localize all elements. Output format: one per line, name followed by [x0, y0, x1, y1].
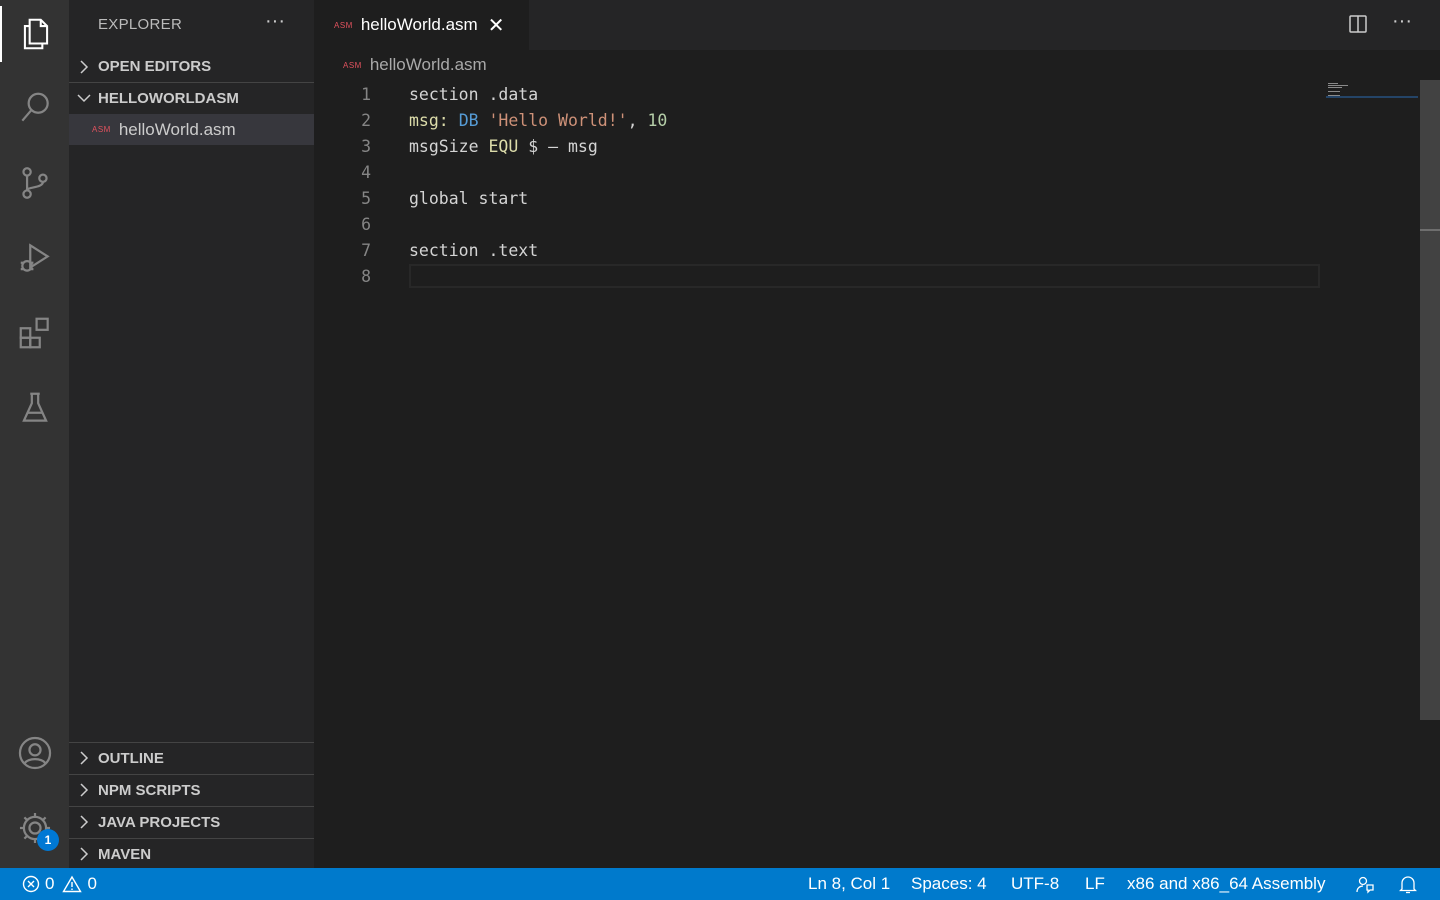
file-tree-item[interactable]: ASM helloWorld.asm — [69, 114, 314, 145]
code-line: 2 msg: DB 'Hello World!', 10 — [314, 108, 1320, 134]
extensions-icon[interactable] — [0, 305, 69, 361]
section-outline[interactable]: OUTLINE — [69, 742, 314, 773]
testing-flask-icon[interactable] — [0, 380, 69, 436]
section-label: OUTLINE — [98, 749, 164, 767]
file-name: helloWorld.asm — [118, 119, 236, 139]
code-text: msgSize EQU $ – msg — [409, 134, 598, 160]
breadcrumb-file[interactable]: helloWorld.asm — [370, 55, 487, 75]
minimap[interactable] — [1326, 82, 1418, 98]
line-number: 2 — [361, 111, 371, 130]
code-text: msg: DB 'Hello World!', 10 — [409, 108, 667, 134]
editor-tab-bar: ASM helloWorld.asm ✕ ··· — [314, 0, 1440, 50]
section-label: HELLOWORLDASM — [98, 89, 239, 107]
current-line-highlight — [409, 264, 1320, 288]
code-line: 7 section .text — [314, 238, 1320, 264]
split-editor-icon[interactable] — [1347, 13, 1369, 40]
section-maven[interactable]: MAVEN — [69, 838, 314, 869]
token-separator: , — [627, 111, 648, 130]
asm-file-icon: ASM — [343, 60, 362, 70]
line-number: 1 — [361, 85, 371, 104]
section-label: NPM SCRIPTS — [98, 781, 201, 799]
section-label: JAVA PROJECTS — [98, 813, 221, 831]
asm-file-icon: ASM — [92, 125, 111, 134]
editor-more-actions-icon[interactable]: ··· — [1392, 10, 1412, 33]
line-number: 5 — [361, 189, 371, 208]
code-line: 5 global start — [314, 186, 1320, 212]
asm-file-icon: ASM — [334, 20, 353, 30]
code-text: section .data — [409, 85, 539, 104]
settings-gear-icon[interactable] — [0, 800, 69, 856]
code-line: 4 — [314, 160, 1320, 186]
chevron-right-icon — [69, 751, 98, 765]
feedback-icon[interactable] — [1355, 868, 1375, 900]
section-open-editors[interactable]: OPEN EDITORS — [69, 51, 314, 82]
explorer-title: EXPLORER — [98, 16, 183, 33]
scrollbar-cursor-marker — [1420, 229, 1440, 231]
section-label: MAVEN — [98, 845, 152, 863]
run-debug-icon[interactable] — [0, 230, 69, 286]
line-number: 6 — [361, 215, 371, 234]
status-bar: 0 0 Ln 8, Col 1 Spaces: 4 UTF-8 LF x86 a… — [0, 868, 1440, 900]
code-line: 3 msgSize EQU $ – msg — [314, 134, 1320, 160]
settings-update-badge: 1 — [37, 829, 59, 851]
tab-helloworld-asm[interactable]: ASM helloWorld.asm ✕ — [314, 0, 529, 50]
line-number: 3 — [361, 137, 371, 156]
indentation[interactable]: Spaces: 4 — [911, 868, 987, 900]
section-java-projects[interactable]: JAVA PROJECTS — [69, 806, 314, 837]
notifications-bell-icon[interactable] — [1399, 868, 1417, 900]
vertical-scrollbar[interactable] — [1420, 80, 1440, 720]
section-label: OPEN EDITORS — [98, 58, 212, 75]
section-folder[interactable]: HELLOWORLDASM — [69, 82, 314, 113]
warning-icon — [62, 875, 83, 893]
line-number: 4 — [361, 163, 371, 182]
source-control-icon[interactable] — [0, 155, 69, 211]
line-number: 7 — [361, 241, 371, 260]
tab-title: helloWorld.asm — [360, 15, 478, 34]
token-identifier: msgSize — [409, 137, 489, 156]
token-expression: $ – msg — [518, 137, 598, 156]
accounts-icon[interactable] — [0, 725, 69, 781]
section-npm-scripts[interactable]: NPM SCRIPTS — [69, 774, 314, 805]
chevron-right-icon — [69, 783, 98, 797]
cursor-position[interactable]: Ln 8, Col 1 — [808, 868, 890, 900]
code-text: global start — [409, 189, 529, 208]
activity-bar: 1 — [0, 0, 69, 868]
token-string: 'Hello World!' — [488, 111, 628, 130]
explorer-files-icon[interactable] — [0, 6, 69, 62]
error-icon — [22, 875, 40, 893]
warning-count: 0 — [87, 874, 97, 893]
explorer-sidebar: EXPLORER ··· OPEN EDITORS HELLOWORLDASM … — [69, 0, 314, 868]
explorer-more-actions-icon[interactable]: ··· — [265, 10, 285, 33]
language-mode[interactable]: x86 and x86_64 Assembly — [1127, 868, 1325, 900]
token-directive: EQU — [488, 137, 519, 156]
chevron-right-icon — [69, 815, 98, 829]
code-text: section .text — [409, 241, 539, 260]
chevron-down-icon — [69, 92, 98, 104]
code-line: 6 — [314, 212, 1320, 238]
problems-indicator[interactable]: 0 0 — [22, 868, 97, 900]
breadcrumb[interactable]: ASM helloWorld.asm — [340, 53, 487, 77]
end-of-line[interactable]: LF — [1085, 868, 1105, 900]
chevron-right-icon — [69, 59, 98, 74]
token-keyword: DB — [458, 111, 479, 130]
error-count: 0 — [45, 874, 55, 893]
search-icon[interactable] — [0, 80, 69, 136]
code-line: 1 section .data — [314, 82, 1320, 108]
encoding[interactable]: UTF-8 — [1011, 868, 1059, 900]
code-editor[interactable]: 1 section .data 2 msg: DB 'Hello World!'… — [314, 80, 1420, 868]
token-number: 10 — [647, 111, 668, 130]
line-number: 8 — [361, 267, 371, 286]
token-label: msg: — [409, 111, 449, 130]
close-icon[interactable]: ✕ — [488, 13, 505, 38]
chevron-right-icon — [69, 847, 98, 861]
